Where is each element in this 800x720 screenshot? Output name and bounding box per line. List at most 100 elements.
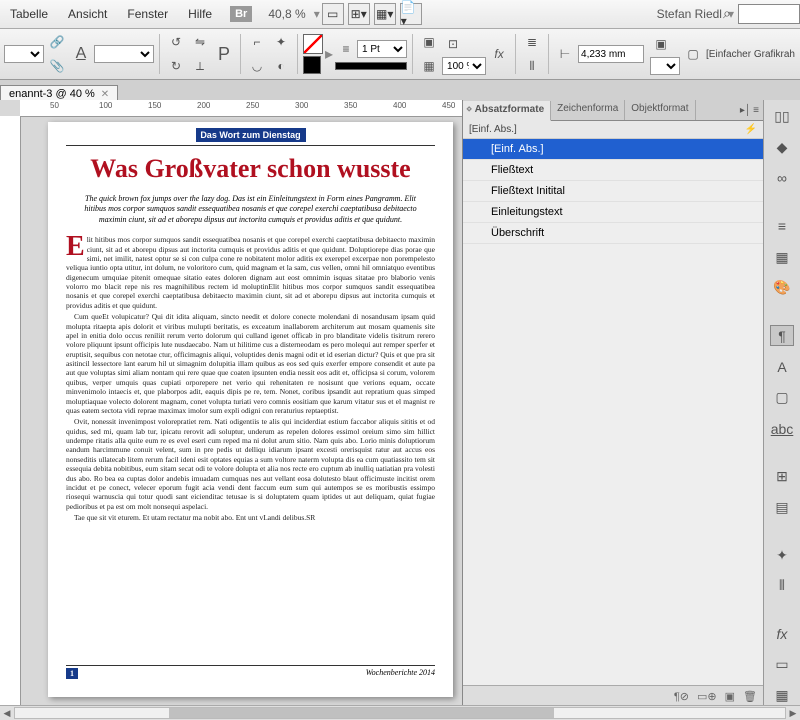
tab-zeichenformate[interactable]: Zeichenforma (551, 100, 625, 120)
right-dock: ▯▯ ◆ ∞ ≡ ▦ 🎨 ¶ A ▢ abc ⊞ ▤ ✦ ⫴ fx ▭ ▦ (763, 100, 800, 706)
panel-menu-icon[interactable]: ≡ (753, 105, 759, 116)
stroke-swatch[interactable] (303, 56, 321, 74)
wrap-icon[interactable]: ▣ (418, 31, 440, 53)
style-row-fliesstext-initial[interactable]: Fließtext Initital (463, 181, 763, 202)
end-style-sel[interactable] (650, 57, 680, 75)
char-styles-icon[interactable]: A (770, 356, 794, 377)
link-icon[interactable]: 🔗 (46, 31, 68, 53)
tab-objektformate[interactable]: Objektformat (625, 100, 695, 120)
clear-override-icon[interactable]: ¶⊘ (674, 690, 689, 703)
frame-type-icon[interactable]: ▢ (682, 43, 704, 65)
document-tab-label: enannt-3 @ 40 % (9, 88, 95, 100)
obj-styles-icon[interactable]: ▢ (770, 387, 794, 408)
measure-icon: ⊢ (554, 43, 576, 65)
control-toolbar: 🔗 📎 A̲ ↺↻ ⇋⟂ P ⌐◡ ✦◐ ▸ ≡1 Pt ▣▦ ⊡100 % f… (0, 29, 800, 80)
canvas[interactable]: 50150250350450 100200300400 Das Wort zum… (0, 100, 462, 706)
menu-bar: Tabelle Ansicht Fenster Hilfe Br 40,8 % … (0, 0, 800, 29)
bridge-icon[interactable]: Br (230, 6, 252, 22)
view-button-4[interactable]: 📄▾ (400, 3, 422, 25)
effects2-icon[interactable]: ✦ (770, 545, 794, 566)
swatches-icon[interactable]: ▦ (770, 247, 794, 268)
baseline-icon[interactable]: ⟂ (189, 55, 211, 77)
cell-styles-icon[interactable]: ▤ (770, 497, 794, 518)
search-field[interactable] (738, 4, 800, 24)
flash-icon[interactable]: ⚡ (745, 124, 757, 135)
page: Das Wort zum Dienstag Was Großvater scho… (48, 122, 453, 697)
close-tab-icon[interactable]: ✕ (101, 89, 109, 100)
table-styles-icon[interactable]: ⊞ (770, 466, 794, 487)
scroll-thumb[interactable] (169, 708, 554, 718)
zoom-sel[interactable]: 100 % (442, 57, 486, 75)
fx-panel-icon[interactable]: fx (770, 623, 794, 644)
flip-h-icon[interactable]: ⇋ (189, 31, 211, 53)
page-number: 1 (66, 668, 78, 679)
stroke-style-sel[interactable] (335, 62, 407, 70)
menu-ansicht[interactable]: Ansicht (58, 7, 117, 21)
horizontal-ruler: 50150250350450 100200300400 (20, 100, 462, 117)
intro-text: The quick brown fox jumps over the lazy … (76, 194, 425, 225)
new-style-icon[interactable]: ▣ (725, 690, 735, 703)
view-button-1[interactable]: ▭ (322, 3, 344, 25)
style-row-fliesstext[interactable]: Fließtext (463, 160, 763, 181)
links-icon[interactable]: ∞ (770, 168, 794, 189)
banner: Das Wort zum Dienstag (196, 128, 306, 142)
user-name[interactable]: Stefan Riedl (657, 7, 722, 21)
style-list: [Einf. Abs.] Fließtext Fließtext Initita… (463, 139, 763, 685)
anchor-char-icon[interactable]: A̲ (70, 43, 92, 65)
scroll-left-icon[interactable]: ◀ (0, 708, 14, 719)
layers-icon[interactable]: ◆ (770, 137, 794, 158)
panel-subheader: [Einf. Abs.] ⚡ (463, 121, 763, 139)
stroke-weight-icon: ≡ (335, 38, 357, 60)
frame-type-label[interactable]: [Einfacher Grafikrah (706, 49, 795, 60)
paragraph-styles-panel: ⋄ Absatzformate Zeichenforma Objektforma… (462, 100, 763, 706)
para-styles-icon[interactable]: ¶ (770, 325, 794, 346)
horizontal-scrollbar[interactable]: ◀ ▶ (0, 705, 800, 720)
output-icon[interactable]: ▦ (770, 685, 794, 706)
para-style-sel[interactable] (94, 45, 154, 63)
color-icon[interactable]: 🎨 (770, 277, 794, 298)
measure-field[interactable] (578, 45, 644, 63)
view-button-3[interactable]: ▦▾ (374, 3, 396, 25)
headline: Was Großvater schon wusste (66, 154, 435, 184)
view-button-2[interactable]: ⊞▾ (348, 3, 370, 25)
select-content-icon[interactable]: ⊡ (442, 33, 464, 55)
style-row-ueberschrift[interactable]: Überschrift (463, 223, 763, 244)
new-group-icon[interactable]: ▭⊕ (697, 690, 717, 703)
body-text: Elit hitibus mos corpor sumquos sandit e… (66, 235, 435, 522)
style-row-einleitungstext[interactable]: Einleitungstext (463, 202, 763, 223)
fit-frame-icon[interactable]: ▣ (650, 33, 672, 55)
menu-tabelle[interactable]: Tabelle (0, 7, 58, 21)
glyphs-icon[interactable]: abc (770, 418, 794, 439)
style-row-einf-abs[interactable]: [Einf. Abs.] (463, 139, 763, 160)
align-icon[interactable]: ≣ (521, 31, 543, 53)
align-panel-icon[interactable]: ⫴ (770, 575, 794, 596)
path-type-icon[interactable]: P (213, 43, 235, 65)
rotate-cw-icon[interactable]: ↻ (165, 55, 187, 77)
pages-icon[interactable]: ▯▯ (770, 106, 794, 127)
vertical-ruler (0, 116, 21, 706)
panel-footer: ¶⊘ ▭⊕ ▣ 🗑 (463, 685, 763, 706)
page-footer: 1 Wochenberichte 2014 (66, 665, 435, 679)
corner-icon[interactable]: ⌐ (246, 31, 268, 53)
opacity-icon[interactable]: ◐ (270, 55, 292, 77)
distribute-icon[interactable]: ⫴ (521, 55, 543, 77)
round-icon[interactable]: ◡ (246, 55, 268, 77)
fill-none-icon[interactable] (303, 34, 323, 54)
scroll-right-icon[interactable]: ▶ (786, 708, 800, 719)
stroke-weight-sel[interactable]: 1 Pt (357, 40, 407, 58)
arrange-icon[interactable]: ▦ (418, 55, 440, 77)
drop-cap: E (66, 235, 87, 259)
preflight-icon[interactable]: ▭ (770, 654, 794, 675)
rotate-ccw-icon[interactable]: ↺ (165, 31, 187, 53)
char-style-sel[interactable] (4, 45, 44, 63)
menu-hilfe[interactable]: Hilfe (178, 7, 222, 21)
zoom-display[interactable]: 40,8 % (268, 7, 305, 21)
attach-icon[interactable]: 📎 (46, 55, 68, 77)
fx-icon[interactable]: fx (488, 43, 510, 65)
delete-style-icon[interactable]: 🗑 (743, 690, 757, 703)
stroke-panel-icon[interactable]: ≡ (770, 216, 794, 237)
tab-absatzformate[interactable]: ⋄ Absatzformate (463, 101, 551, 121)
menu-fenster[interactable]: Fenster (117, 7, 178, 21)
effects-icon[interactable]: ✦ (270, 31, 292, 53)
panel-collapse-icon[interactable]: ▸│ (740, 105, 751, 116)
